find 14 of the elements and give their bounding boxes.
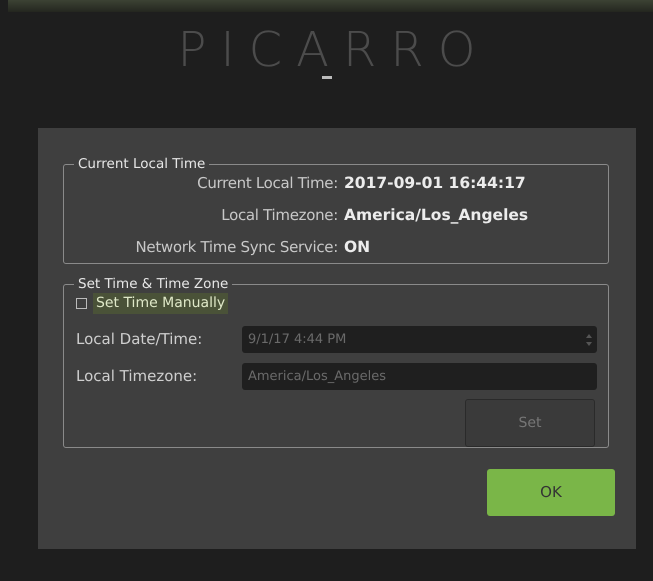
field-value: 2017-09-01 16:44:17 — [344, 173, 526, 194]
field-label: Current Local Time: — [196, 173, 339, 194]
ok-button[interactable]: OK — [487, 469, 615, 516]
checkbox-label[interactable]: Set Time Manually — [93, 293, 228, 314]
cursor-mark — [322, 76, 332, 79]
field-value: ON — [344, 237, 370, 258]
checkbox[interactable] — [76, 298, 87, 310]
group-title: Current Local Time — [77, 156, 206, 172]
field-value: America/Los_Angeles — [344, 205, 528, 226]
field-label: Local Date/Time: — [76, 329, 204, 350]
field-label: Local Timezone: — [220, 205, 339, 226]
group-title: Set Time & Time Zone — [77, 276, 230, 292]
field-label: Local Timezone: — [76, 366, 198, 388]
field-label: Network Time Sync Service: — [134, 237, 339, 258]
